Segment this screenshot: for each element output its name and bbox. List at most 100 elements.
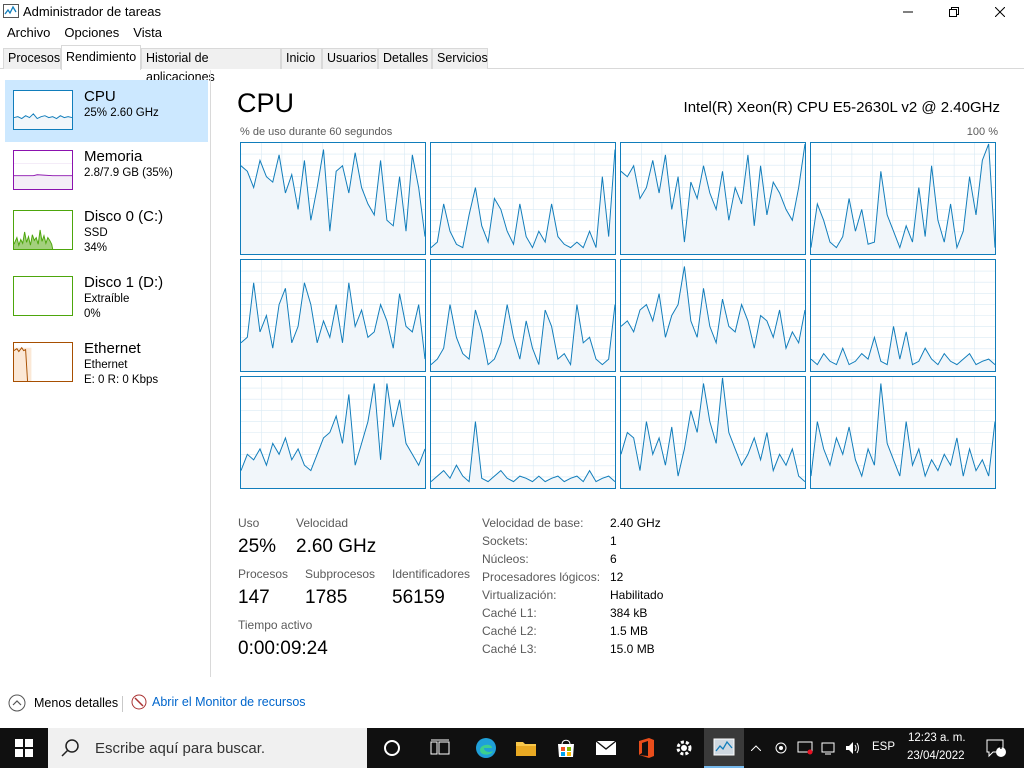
spec-value: 15.0 MB	[610, 642, 655, 656]
cpu-model-name: Intel(R) Xeon(R) CPU E5-2630L v2 @ 2.40G…	[683, 99, 1000, 116]
tab-inicio[interactable]: Inicio	[281, 48, 322, 69]
office-button[interactable]	[626, 728, 666, 768]
uso-label: Uso	[238, 516, 260, 530]
sidebar-ethernet-name: Ethernet	[84, 359, 128, 371]
menu-vista[interactable]: Vista	[126, 23, 169, 43]
taskbar-search[interactable]: Escribe aquí para buscar.	[48, 728, 367, 768]
minimize-button[interactable]	[885, 0, 931, 23]
tab-procesos[interactable]: Procesos	[3, 48, 61, 69]
performance-sidebar: CPU 25% 2.60 GHz Memoria 2.8/7.9 GB (35%…	[0, 70, 211, 677]
tiempo-activo-label: Tiempo activo	[238, 618, 313, 632]
task-manager-taskbar-button[interactable]	[704, 728, 744, 768]
logical-processor-graph	[240, 376, 426, 489]
defender-button[interactable]	[794, 728, 816, 768]
disk1-thumbnail	[13, 276, 73, 316]
spec-label: Velocidad de base:	[482, 516, 584, 530]
spec-label: Caché L2:	[482, 624, 537, 638]
velocidad-label: Velocidad	[296, 516, 349, 530]
less-details-label: Menos detalles	[34, 696, 119, 710]
tab-historial[interactable]: Historial de aplicaciones	[141, 48, 281, 84]
bottom-bar: Menos detalles Abrir el Monitor de recur…	[0, 689, 1024, 719]
task-view-button[interactable]	[420, 728, 460, 768]
chevron-up-icon	[8, 694, 26, 712]
sidebar-item-disco1[interactable]: Disco 1 (D:) Extraíble 0%	[5, 266, 208, 328]
volume-button[interactable]	[842, 728, 864, 768]
search-placeholder: Escribe aquí para buscar.	[95, 739, 266, 757]
edge-button[interactable]	[466, 728, 506, 768]
sidebar-disco0-usage: 34%	[84, 242, 108, 254]
usage-area	[621, 143, 805, 254]
mail-button[interactable]	[586, 728, 626, 768]
resource-monitor-label: Abrir el Monitor de recursos	[152, 695, 306, 709]
ethernet-thumbnail	[13, 342, 73, 382]
sidebar-disco0-title: Disco 0 (C:)	[84, 208, 164, 225]
sidebar-disco1-usage: 0%	[84, 308, 101, 320]
store-button[interactable]	[546, 728, 586, 768]
input-language[interactable]: ESP	[872, 741, 895, 753]
cpu-thumbnail	[13, 90, 73, 130]
resource-monitor-icon	[131, 694, 147, 710]
tab-detalles[interactable]: Detalles	[378, 48, 432, 69]
disk0-thumbnail	[13, 210, 73, 250]
settings-button[interactable]	[664, 728, 704, 768]
procesos-label: Procesos	[238, 567, 289, 581]
location-button[interactable]	[770, 728, 792, 768]
clock-time[interactable]: 12:23 a. m.	[908, 732, 966, 744]
file-explorer-button[interactable]	[506, 728, 546, 768]
less-details-button[interactable]: Menos detalles	[8, 694, 118, 712]
logical-processor-graph	[810, 142, 996, 255]
sidebar-disco0-type: SSD	[84, 227, 108, 239]
logical-processor-graph	[620, 259, 806, 372]
spec-value: 1.5 MB	[610, 624, 649, 638]
title-bar: Administrador de tareas	[0, 0, 1024, 23]
sidebar-memoria-title: Memoria	[84, 148, 143, 165]
sidebar-item-ethernet[interactable]: Ethernet Ethernet E: 0 R: 0 Kbps	[5, 332, 208, 394]
task-manager-icon	[3, 4, 19, 18]
task-view-icon	[430, 739, 450, 755]
notification-center-button[interactable]: 4	[978, 728, 1014, 768]
close-button[interactable]	[977, 0, 1023, 23]
logical-processor-graph	[810, 376, 996, 489]
spec-label: Virtualización:	[482, 588, 557, 602]
chevron-up-icon	[751, 745, 761, 751]
tray-overflow-button[interactable]	[746, 728, 766, 768]
start-button[interactable]	[4, 728, 44, 768]
sidebar-memoria-usage: 2.8/7.9 GB (35%)	[84, 167, 173, 179]
network-button[interactable]	[818, 728, 840, 768]
menu-archivo[interactable]: Archivo	[0, 23, 57, 43]
tab-usuarios[interactable]: Usuarios	[322, 48, 378, 69]
sidebar-item-disco0[interactable]: Disco 0 (C:) SSD 34%	[5, 200, 208, 262]
volume-icon	[846, 742, 859, 754]
sidebar-cpu-title: CPU	[84, 88, 116, 105]
restore-button[interactable]	[931, 0, 977, 23]
spec-label: Procesadores lógicos:	[482, 570, 601, 584]
logical-processor-graph	[240, 259, 426, 372]
spec-value: 6	[610, 552, 617, 566]
identificadores-label: Identificadores	[392, 567, 471, 581]
menu-bar: Archivo Opciones Vista	[0, 23, 169, 43]
spec-value: Habilitado	[610, 588, 664, 602]
spec-label: Sockets:	[482, 534, 529, 548]
clock-date[interactable]: 23/04/2022	[907, 750, 965, 762]
sidebar-item-cpu[interactable]: CPU 25% 2.60 GHz	[5, 80, 208, 142]
menu-opciones[interactable]: Opciones	[57, 23, 126, 43]
resource-monitor-link[interactable]: Abrir el Monitor de recursos	[131, 694, 306, 710]
sidebar-ethernet-title: Ethernet	[84, 340, 141, 357]
spec-value: 384 kB	[610, 606, 648, 620]
tab-servicios[interactable]: Servicios	[432, 48, 488, 69]
logical-processor-graph	[620, 376, 806, 489]
cortana-button[interactable]	[372, 728, 412, 768]
identificadores-value: 56159	[392, 587, 445, 608]
uso-value: 25%	[238, 536, 277, 557]
search-icon	[61, 739, 79, 757]
location-icon	[775, 742, 787, 754]
spec-value: 2.40 GHz	[610, 516, 661, 530]
usage-chart-max: 100 %	[966, 126, 998, 138]
velocidad-value: 2.60 GHz	[296, 536, 377, 557]
sidebar-item-memoria[interactable]: Memoria 2.8/7.9 GB (35%)	[5, 140, 208, 202]
tab-rendimiento[interactable]: Rendimiento	[61, 45, 141, 70]
procesos-value: 147	[238, 587, 270, 608]
cpu-logical-processor-grid	[240, 142, 998, 490]
close-icon	[995, 6, 1005, 17]
logical-processor-graph	[620, 142, 806, 255]
